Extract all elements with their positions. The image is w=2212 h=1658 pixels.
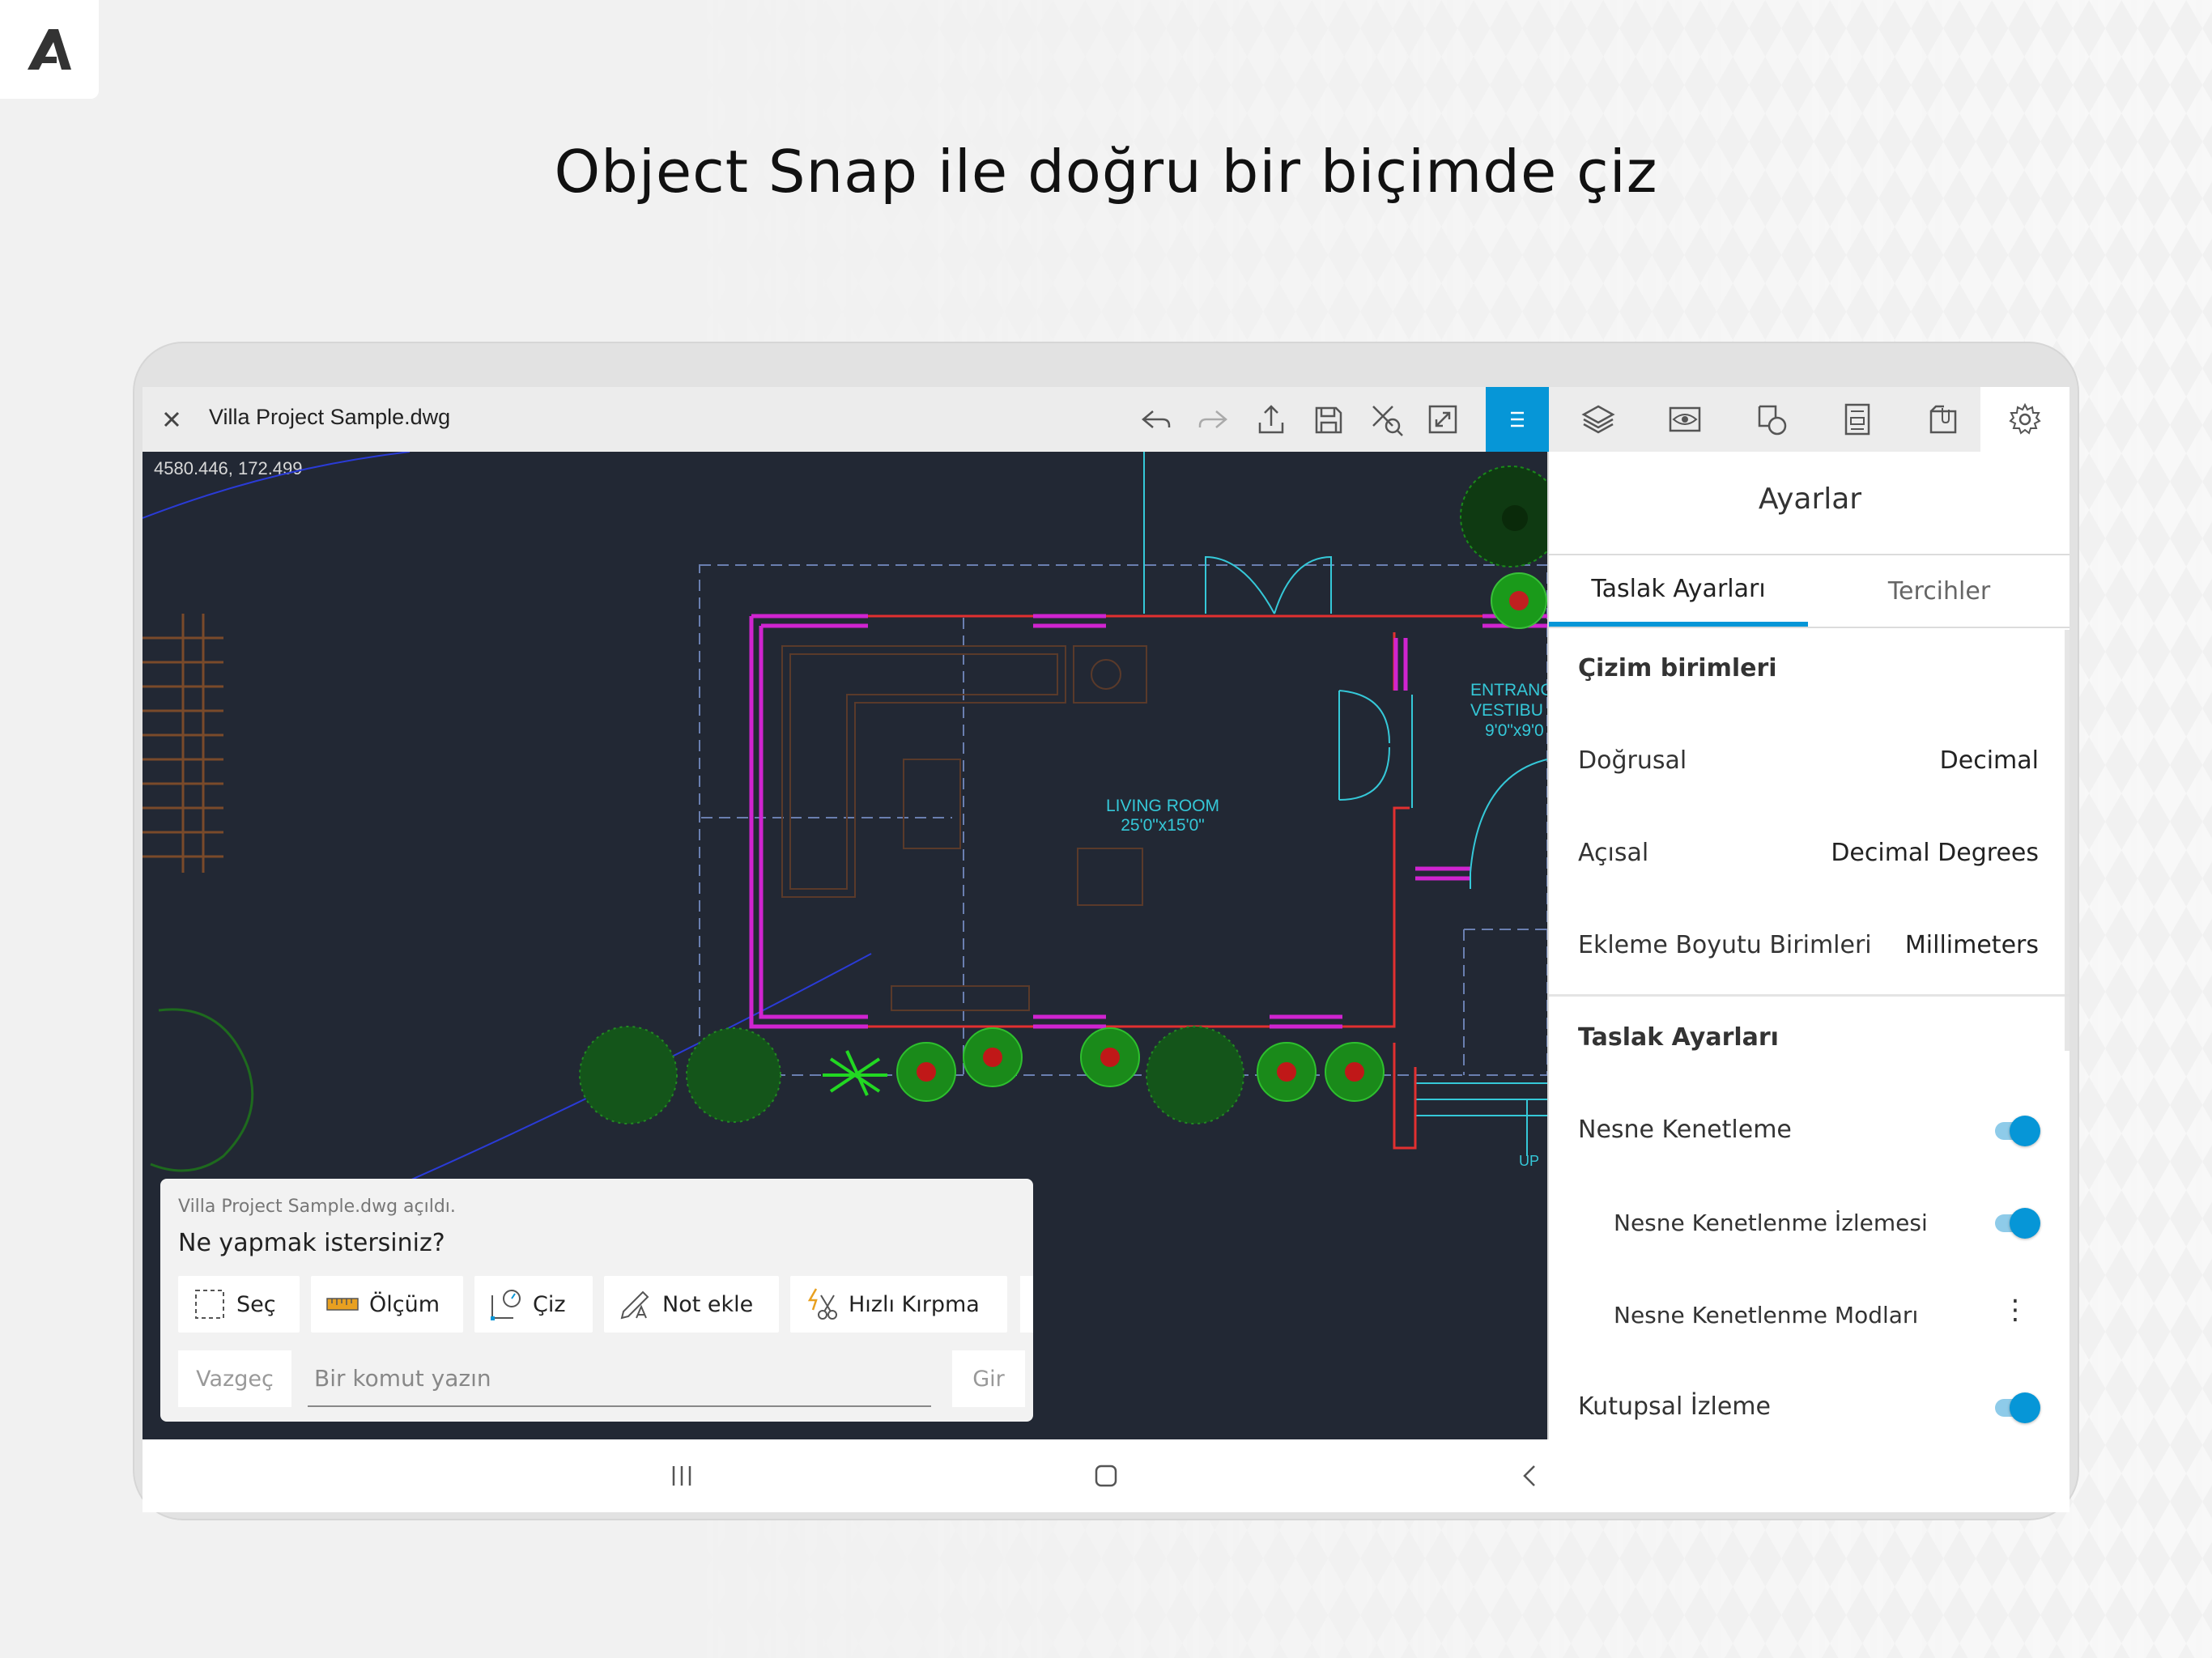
draw-button-label: Çiz [533,1291,566,1317]
page-headline: Object Snap ile doğru bir biçimde çiz [554,138,1658,206]
quick-trim-button[interactable]: Hızlı Kırpma [790,1276,1007,1333]
tab-preferences[interactable]: Tercihler [1810,555,2069,627]
object-snap-modes-label[interactable]: Nesne Kenetlenme Modları [1614,1302,1918,1329]
entrance-name-1: ENTRANC [1470,681,1547,699]
insertion-units-label: Ekleme Boyutu Birimleri [1578,931,1872,959]
measure-button[interactable]: Ölçüm [311,1276,463,1333]
save-icon[interactable] [1299,387,1357,452]
undo-icon[interactable] [1127,387,1185,452]
linear-units-value[interactable]: Decimal [1940,746,2039,775]
annotate-button[interactable]: Not ekle [604,1276,779,1333]
object-snap-toggle[interactable] [1990,1114,2040,1146]
select-button-label: Seç [236,1291,276,1317]
angular-units-label: Açısal [1578,839,1649,867]
settings-icon[interactable] [1980,387,2069,452]
polar-tracking-toggle[interactable] [1990,1391,2040,1423]
command-panel: Villa Project Sample.dwg açıldı. Ne yapm… [160,1179,1033,1422]
file-title: Villa Project Sample.dwg [209,405,451,429]
top-toolbar: Villa Project Sample.dwg [143,387,2069,452]
draw-icon [491,1290,521,1320]
insertion-units-value[interactable]: Millimeters [1905,931,2039,959]
annotate-icon [620,1290,649,1320]
section-divider [1549,994,2069,997]
measure-button-label: Ölçüm [369,1291,440,1317]
object-snap-label: Nesne Kenetleme [1578,1116,1792,1144]
panel-scrollbar[interactable] [2065,630,2069,1051]
more-options-icon[interactable]: ⋮ [2001,1294,2029,1326]
draft-section-header: Taslak Ayarları [1578,1023,1779,1052]
room-label: LIVING ROOM 25'0"x15'0" [1106,797,1219,835]
entrance-size: 9'0"x9'0 [1485,721,1544,740]
room-size: 25'0"x15'0" [1121,816,1205,835]
room-name: LIVING ROOM [1106,797,1220,815]
home-icon[interactable] [1082,1456,1130,1496]
units-section-header: Çizim birimleri [1578,654,1777,682]
menu-icon[interactable] [1486,387,1549,452]
select-button[interactable]: Seç [178,1276,300,1333]
object-snap-tracking-toggle[interactable] [1990,1206,2040,1239]
layers-icon[interactable] [1563,387,1633,452]
entrance-label: ENTRANC VESTIBU 9'0"x9'0 [1470,680,1547,741]
entrance-name-2: VESTIBU [1470,701,1543,720]
attachments-icon[interactable] [1909,387,1979,452]
redo-icon[interactable] [1184,387,1242,452]
quick-trim-icon [807,1288,837,1320]
select-icon [195,1290,224,1319]
enter-button[interactable]: Gir [952,1350,1025,1407]
trim-icon[interactable] [1357,387,1415,452]
settings-panel: Ayarlar Taslak Ayarları Tercihler Çizim … [1547,452,2069,1439]
more-commands-edge [1020,1276,1033,1333]
object-snap-tracking-label: Nesne Kenetlenme İzlemesi [1614,1209,1928,1236]
stair-label: UP [1519,1153,1540,1169]
autodesk-logo [0,0,99,99]
settings-title: Ayarlar [1758,483,1862,516]
command-status: Villa Project Sample.dwg açıldı. [178,1197,456,1217]
draw-button[interactable]: Çiz [474,1276,593,1333]
draw-icon[interactable] [1738,387,1807,452]
properties-icon[interactable] [1823,387,1892,452]
command-input[interactable] [308,1350,931,1407]
back-icon[interactable] [1506,1456,1555,1496]
app-screen: Villa Project Sample.dwg 4580.446, 172.4… [143,387,2069,1512]
tab-draft-settings[interactable]: Taslak Ayarları [1549,555,1808,627]
view-icon[interactable] [1650,387,1720,452]
quick-trim-button-label: Hızlı Kırpma [849,1291,980,1317]
drawing-canvas[interactable]: 4580.446, 172.499 LIVING ROOM 25'0"x15'0… [143,452,1547,1439]
android-navbar [143,1439,2069,1512]
cancel-button[interactable]: Vazgeç [178,1350,291,1407]
angular-units-value[interactable]: Decimal Degrees [1831,839,2039,867]
close-icon[interactable] [159,406,185,432]
command-question: Ne yapmak istersiniz? [178,1229,445,1257]
annotate-button-label: Not ekle [662,1291,754,1317]
recent-apps-icon[interactable] [657,1456,706,1496]
linear-units-label: Doğrusal [1578,746,1687,775]
share-icon[interactable] [1242,387,1300,452]
fullscreen-icon[interactable] [1414,387,1472,452]
ruler-icon [326,1298,359,1311]
polar-tracking-label: Kutupsal İzleme [1578,1392,1771,1421]
settings-tabs: Taslak Ayarları Tercihler [1549,554,2069,628]
